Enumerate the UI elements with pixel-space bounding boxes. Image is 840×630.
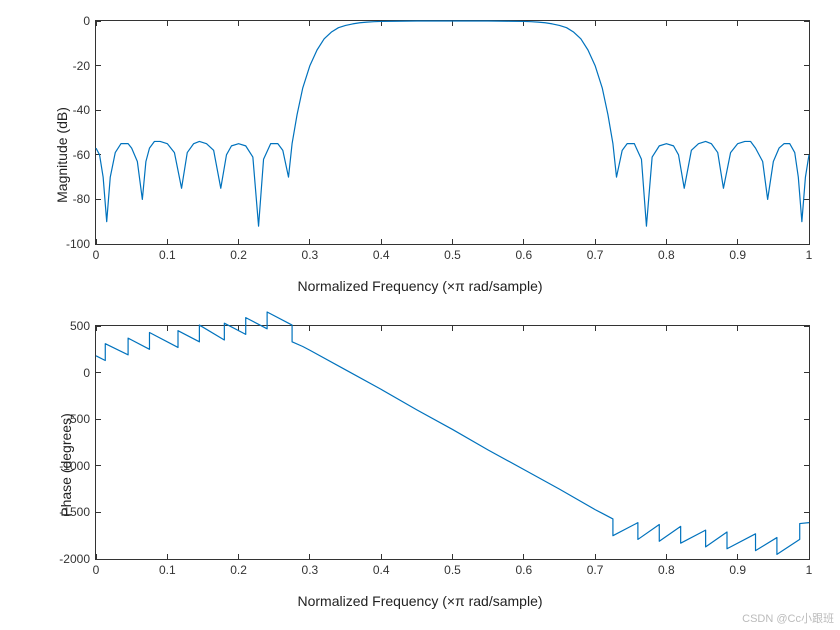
- figure: -100-80-60-40-20000.10.20.30.40.50.60.70…: [0, 0, 840, 630]
- xtick-label: 0.7: [587, 244, 604, 262]
- ylabel-magnitude: Magnitude (dB): [54, 107, 70, 203]
- xtick-label: 0.5: [444, 559, 461, 577]
- xtick-label: 0.9: [729, 244, 746, 262]
- xlabel-phase: Normalized Frequency (×π rad/sample): [297, 593, 542, 609]
- xtick-label: 0.9: [729, 559, 746, 577]
- axes-phase: -2000-1500-1000-500050000.10.20.30.40.50…: [0, 315, 840, 615]
- xtick-label: 0.6: [515, 559, 532, 577]
- xtick-label: 0.2: [230, 244, 247, 262]
- xtick-label: 0.8: [658, 559, 675, 577]
- xtick-label: 0.3: [302, 559, 319, 577]
- series-magnitude: [96, 21, 809, 244]
- ytick-label: -80: [73, 192, 96, 206]
- series-phase: [96, 326, 809, 559]
- ytick-label: -2000: [59, 552, 96, 566]
- xtick-label: 0.3: [302, 244, 319, 262]
- xtick-label: 0.4: [373, 244, 390, 262]
- ylabel-phase: Phase (degrees): [58, 413, 74, 517]
- ytick-label: -40: [73, 103, 96, 117]
- ytick-label: -60: [73, 148, 96, 162]
- xtick-label: 1: [806, 244, 813, 262]
- xtick-label: 1: [806, 559, 813, 577]
- ytick-label: 0: [83, 366, 96, 380]
- xtick-label: 0: [93, 559, 100, 577]
- ytick-label: 0: [83, 14, 96, 28]
- xtick-label: 0.6: [515, 244, 532, 262]
- xlabel-magnitude: Normalized Frequency (×π rad/sample): [297, 278, 542, 294]
- xtick-label: 0.2: [230, 559, 247, 577]
- xtick-label: 0.4: [373, 559, 390, 577]
- xtick-label: 0.5: [444, 244, 461, 262]
- xtick-label: 0.7: [587, 559, 604, 577]
- xtick-label: 0.8: [658, 244, 675, 262]
- xtick-label: 0.1: [159, 559, 176, 577]
- xtick-label: 0.1: [159, 244, 176, 262]
- watermark: CSDN @Cc小跟班: [742, 610, 834, 626]
- ytick-label: -20: [73, 59, 96, 73]
- ytick-label: -100: [66, 237, 96, 251]
- plot-area-magnitude: -100-80-60-40-20000.10.20.30.40.50.60.70…: [95, 20, 810, 245]
- plot-area-phase: -2000-1500-1000-500050000.10.20.30.40.50…: [95, 325, 810, 560]
- ytick-label: 500: [70, 319, 96, 333]
- axes-magnitude: -100 -80 -60 -40 -20 0 0 0.1 0.2 0.3 0.4 0.5 0.6 0.7 0…: [0, 10, 840, 300]
- xtick-label: 0: [93, 244, 100, 262]
